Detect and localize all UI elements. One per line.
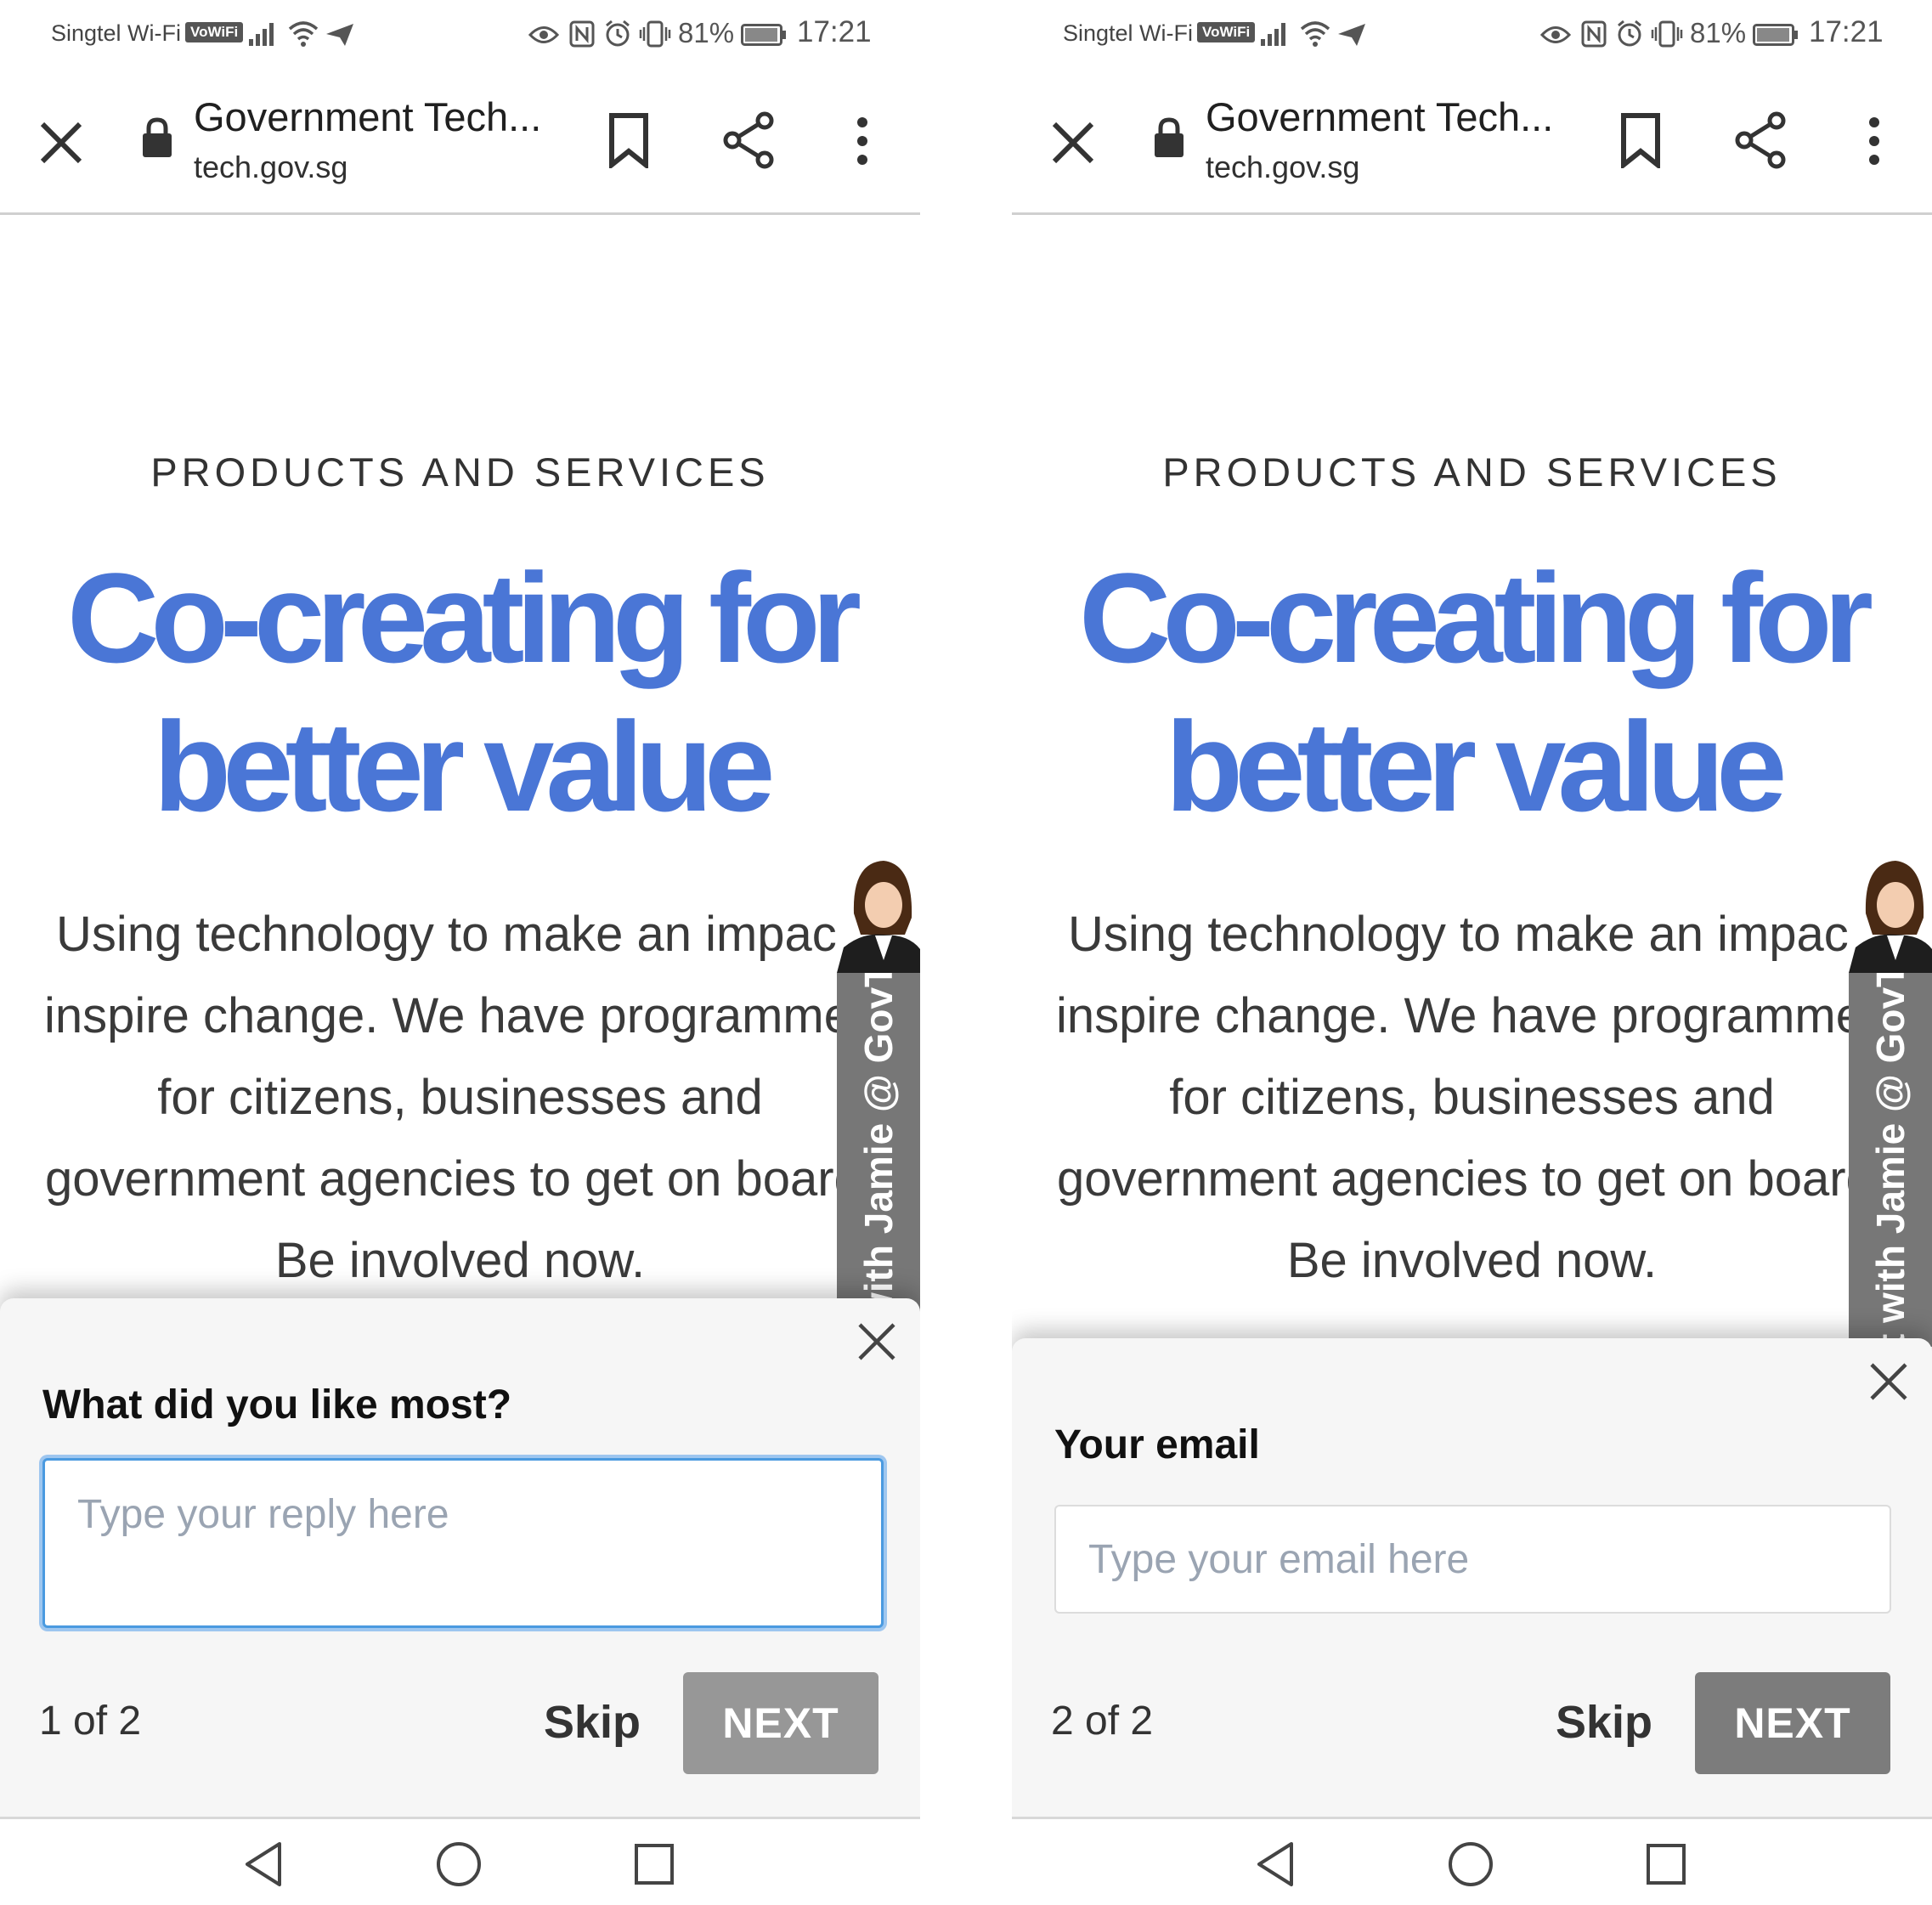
page-title: Government Tech... [1206,94,1554,139]
battery-percent: 81% [1690,17,1747,48]
bookmark-icon[interactable] [603,112,654,168]
close-icon[interactable] [1867,1360,1910,1403]
vibrate-icon [639,20,671,48]
share-icon[interactable] [1732,110,1788,170]
vowifi-badge: VoWiFi [1197,22,1256,42]
lock-icon [143,117,172,157]
system-nav-bar [0,1817,920,1905]
recents-icon[interactable] [1645,1840,1687,1888]
section-eyebrow: PRODUCTS AND SERVICES [150,449,770,495]
lock-icon [1155,117,1183,157]
vibrate-icon [1651,20,1683,48]
status-time: 17:21 [1809,15,1884,48]
chat-agent-tab[interactable]: Chat with Jamie @ GovTech [837,973,920,1347]
hero-headline: Co-creating for better value [0,544,920,841]
hero-body: Using technology to make an impact, insp… [44,907,876,1288]
battery-icon [1753,24,1798,46]
bookmark-icon[interactable] [1615,112,1666,168]
hero-body: Using technology to make an impact, insp… [1056,907,1888,1288]
skip-button[interactable]: Skip [544,1696,641,1749]
phone-screen-2: Singtel Wi-Fi VoWiFi 81% 17:21 Governmen… [1012,0,1932,1905]
carrier-label: Singtel Wi-Fi [1063,20,1194,46]
signal-icon [1261,23,1285,46]
carrier-label: Singtel Wi-Fi [51,20,182,46]
wifi-icon [1300,21,1330,47]
chat-agent-tab[interactable]: Chat with Jamie @ GovTech [1849,973,1932,1347]
wifi-icon [288,21,319,47]
headline-line-1: Co-creating for [1078,546,1873,689]
browser-toolbar: Government Tech... tech.gov.sg [1012,68,1932,215]
nfc-icon [1581,20,1607,48]
page-url: tech.gov.sg [1206,150,1360,184]
vowifi-badge: VoWiFi [185,22,244,42]
signal-icon [249,23,274,46]
headline-line-2: better value [1165,695,1788,838]
back-icon[interactable] [1254,1840,1296,1888]
email-field[interactable] [1054,1505,1891,1614]
survey-question: Your email [1054,1422,1260,1467]
page-title: Government Tech... [194,94,542,139]
status-bar: Singtel Wi-Fi VoWiFi 81% 17:21 [1012,0,1932,68]
chat-agent-label: Chat with Jamie @ GovTech [856,973,901,1347]
phone-screen-1: Singtel Wi-Fi VoWiFi 81% 17:21 Governmen… [0,0,920,1905]
battery-percent: 81% [678,17,735,48]
close-tab-button[interactable] [1048,117,1099,168]
headline-line-2: better value [153,695,776,838]
feedback-survey-panel: What did you like most? 1 of 2 Skip NEXT [0,1298,920,1817]
skip-button[interactable]: Skip [1556,1696,1652,1749]
home-icon[interactable] [1447,1840,1494,1888]
send-icon [1338,24,1365,46]
nfc-icon [569,20,595,48]
eye-icon [528,26,559,43]
browser-toolbar: Government Tech... tech.gov.sg [0,68,920,215]
status-time: 17:21 [797,15,872,48]
back-icon[interactable] [242,1840,285,1888]
survey-question: What did you like most? [42,1382,512,1427]
next-button[interactable]: NEXT [683,1672,878,1774]
alarm-icon [606,20,630,47]
home-icon[interactable] [435,1840,483,1888]
feedback-survey-panel: Your email 2 of 2 Skip NEXT [1012,1338,1932,1817]
status-bar: Singtel Wi-Fi VoWiFi 81% 17:21 [0,0,920,68]
hero-headline: Co-creating for better value [1012,544,1932,841]
more-vert-icon[interactable] [845,114,879,168]
section-eyebrow: PRODUCTS AND SERVICES [1162,449,1782,495]
headline-line-1: Co-creating for [66,546,861,689]
alarm-icon [1618,20,1641,47]
agent-avatar[interactable] [837,854,920,973]
send-icon [326,24,353,46]
battery-icon [741,24,786,46]
share-icon[interactable] [720,110,777,170]
step-counter: 2 of 2 [1051,1699,1154,1744]
eye-icon [1540,26,1571,43]
step-counter: 1 of 2 [39,1699,142,1744]
reply-input[interactable] [42,1458,884,1628]
recents-icon[interactable] [633,1840,675,1888]
close-icon[interactable] [856,1320,898,1363]
close-tab-button[interactable] [36,117,87,168]
agent-avatar[interactable] [1849,854,1932,973]
chat-agent-label: Chat with Jamie @ GovTech [1868,973,1912,1347]
more-vert-icon[interactable] [1857,114,1891,168]
page-url: tech.gov.sg [194,150,348,184]
system-nav-bar [1012,1817,1932,1905]
next-button[interactable]: NEXT [1695,1672,1890,1774]
